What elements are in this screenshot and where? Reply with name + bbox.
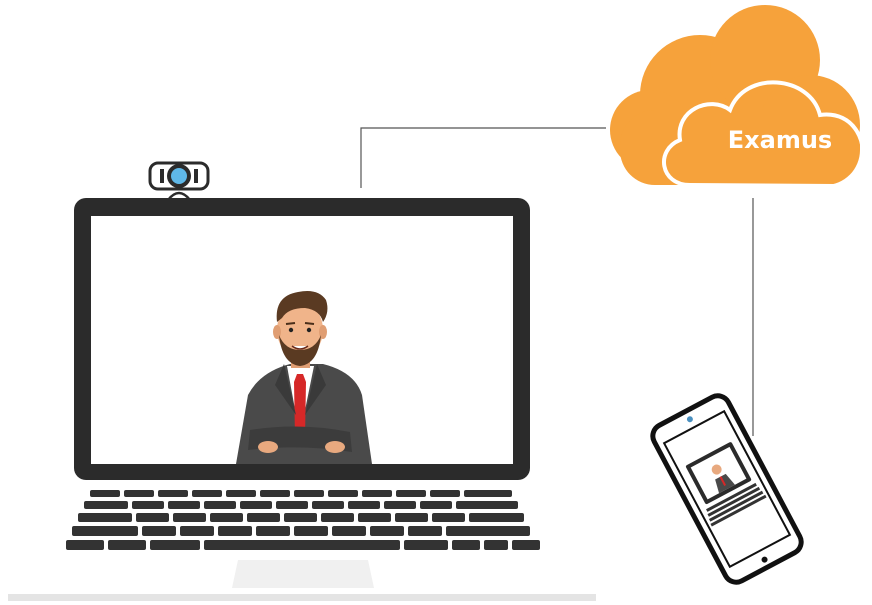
webcam-icon bbox=[148, 161, 210, 202]
cloud-label: Examus bbox=[728, 126, 832, 154]
examus-setup-diagram: Examus bbox=[8, 5, 866, 601]
laptop-base bbox=[8, 594, 596, 601]
examus-cloud-icon: Examus bbox=[610, 5, 866, 189]
touchpad bbox=[232, 560, 374, 588]
laptop-to-cloud-connector bbox=[360, 127, 606, 188]
laptop-icon bbox=[8, 198, 596, 601]
smartphone-icon bbox=[650, 393, 804, 585]
